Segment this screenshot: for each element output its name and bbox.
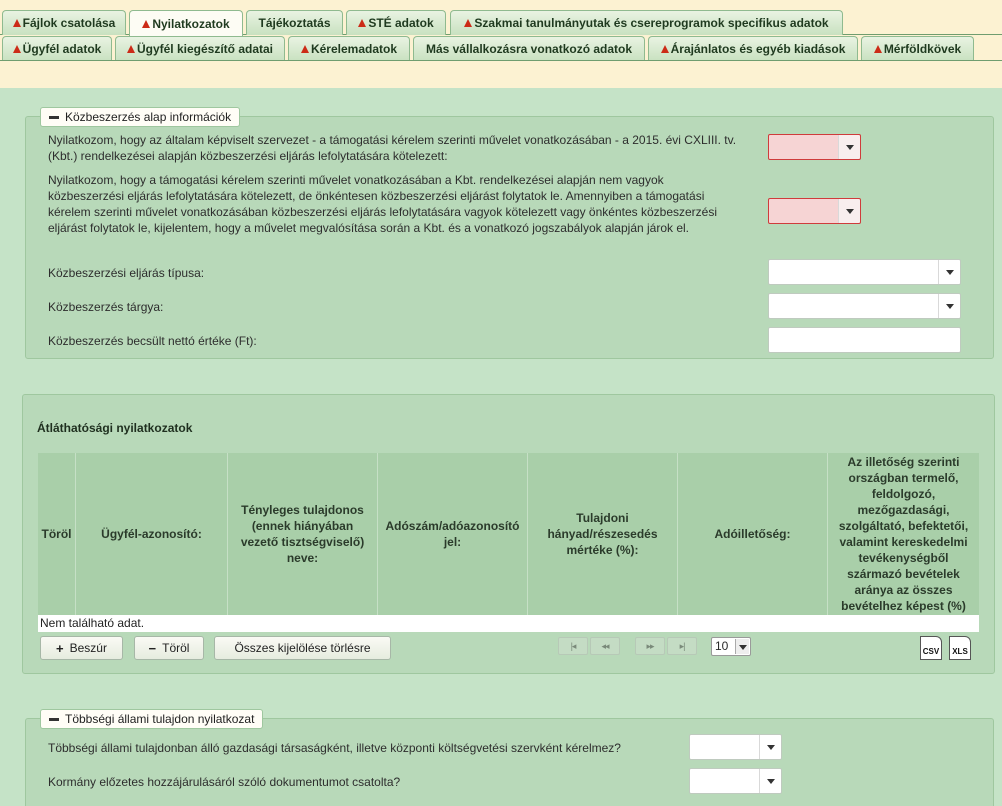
tab-ste-adatok[interactable]: STÉ adatok: [346, 10, 446, 35]
tab-ugyfel-adatok[interactable]: Ügyfél adatok: [2, 36, 112, 61]
kormany-hozzajarulas-label: Kormány előzetes hozzájárulásáról szóló …: [48, 775, 401, 789]
tab-merfoldkovek[interactable]: Mérföldkövek: [861, 36, 974, 61]
kbt-kotelezett-label: Nyilatkozom, hogy az általam képviselt s…: [48, 133, 737, 163]
delete-button[interactable]: − Töröl: [134, 636, 204, 660]
kbt-kotelezett-select[interactable]: [768, 134, 861, 160]
insert-label: Beszúr: [69, 641, 107, 655]
chevron-down-icon: [938, 294, 960, 318]
warning-triangle-icon: [464, 19, 473, 27]
eljaras-tipusa-label: Közbeszerzési eljárás típusa:: [48, 266, 205, 280]
targya-label: Közbeszerzés tárgya:: [48, 300, 164, 314]
tab-tajekoztatas[interactable]: Tájékoztatás: [246, 10, 343, 35]
targya-select[interactable]: [768, 293, 961, 319]
delete-label: Töröl: [162, 641, 190, 655]
clear-selection-button[interactable]: Összes kijelölése törlésre: [214, 636, 391, 660]
legend-label: Közbeszerzés alap információk: [65, 110, 232, 124]
eljaras-tipusa-select[interactable]: [768, 259, 961, 285]
page-size-select[interactable]: 10: [711, 637, 751, 656]
tab-label: Nyilatkozatok: [152, 16, 230, 31]
tab-label: Mérföldkövek: [883, 42, 962, 56]
csv-label: CSV: [922, 647, 940, 656]
tab-label: STÉ adatok: [368, 16, 434, 30]
warning-triangle-icon: [358, 19, 367, 27]
warning-triangle-icon: [12, 19, 21, 27]
tab-label: Árajánlatos és egyéb kiadások: [670, 42, 846, 56]
col-ugyfel-azonosito[interactable]: Ügyfél-azonosító:: [76, 453, 228, 615]
col-tulajdoni-hanyad[interactable]: Tulajdoni hányad/részesedés mértéke (%):: [528, 453, 678, 615]
last-page-icon[interactable]: ▸|: [667, 637, 697, 655]
tab-label: Kérelemadatok: [310, 42, 398, 56]
atlathatosagi-title: Átláthatósági nyilatkozatok: [37, 421, 193, 435]
warning-triangle-icon: [873, 45, 882, 53]
tab-row-2: Ügyfél adatok Ügyfél kiegészítő adatai K…: [0, 36, 1002, 61]
tab-fajlok-csatolasa[interactable]: Fájlok csatolása: [2, 10, 126, 35]
minus-icon: −: [148, 640, 157, 656]
col-tenyleges-tulajdonos[interactable]: Tényleges tulajdonos (ennek hiányában ve…: [228, 453, 378, 615]
plus-icon: +: [56, 640, 64, 656]
col-torol[interactable]: Töröl: [38, 453, 76, 615]
insert-button[interactable]: + Beszúr: [40, 636, 123, 660]
tab-label: Ügyfél adatok: [22, 42, 102, 56]
legend-label: Többségi állami tulajdon nyilatkozat: [65, 712, 255, 726]
tab-label: Szakmai tanulmányutak és csereprogramok …: [474, 16, 829, 30]
col-adoilletoseg[interactable]: Adóilletőség:: [678, 453, 828, 615]
warning-triangle-icon: [300, 45, 309, 53]
minus-icon: [49, 116, 59, 119]
chevron-down-icon: [735, 639, 749, 654]
tab-ugyfel-kiegeszito-adatai[interactable]: Ügyfél kiegészítő adatai: [115, 36, 285, 61]
becsult-ertek-input[interactable]: [768, 327, 961, 353]
allami-tulajdon-select[interactable]: [689, 734, 782, 760]
chevron-down-icon: [759, 735, 781, 759]
kormany-hozzajarulas-select[interactable]: [689, 768, 782, 794]
chevron-down-icon: [938, 260, 960, 284]
chevron-down-icon: [838, 135, 860, 159]
tab-row-1: Fájlok csatolása Nyilatkozatok Tájékozta…: [0, 10, 1002, 36]
becsult-ertek-label: Közbeszerzés becsült nettó értéke (Ft):: [48, 334, 257, 348]
tobbsegi-panel: Többségi állami tulajdon nyilatkozat: [25, 709, 994, 806]
chevron-down-icon: [759, 769, 781, 793]
tab-szakmai-tanulmanyutak[interactable]: Szakmai tanulmányutak és csereprogramok …: [450, 10, 843, 35]
prev-page-icon[interactable]: ◂◂: [590, 637, 620, 655]
csv-export-icon[interactable]: CSV: [920, 636, 942, 660]
tab-arajanlatos[interactable]: Árajánlatos és egyéb kiadások: [648, 36, 858, 61]
tab-label: Más vállalkozásra vonatkozó adatok: [425, 42, 633, 56]
tab-label: Ügyfél kiegészítő adatai: [136, 42, 274, 56]
next-page-icon[interactable]: ▸▸: [635, 637, 665, 655]
onkentes-label: Nyilatkozom, hogy a támogatási kérelem s…: [48, 173, 717, 235]
tab-label: Tájékoztatás: [258, 16, 331, 30]
tab-mas-vallalkozas[interactable]: Más vállalkozásra vonatkozó adatok: [413, 36, 645, 61]
warning-triangle-icon: [142, 19, 151, 28]
no-data-row: Nem található adat.: [38, 615, 979, 632]
tab-kerelemadatok[interactable]: Kérelemadatok: [288, 36, 410, 61]
tab-bar-area: Fájlok csatolása Nyilatkozatok Tájékozta…: [0, 0, 1002, 88]
col-bevetelek-aranya[interactable]: Az illetőség szerinti országban termelő,…: [828, 453, 979, 615]
tab-nyilatkozatok[interactable]: Nyilatkozatok: [129, 10, 243, 36]
clear-selection-label: Összes kijelölése törlésre: [234, 641, 371, 655]
tab-label: Fájlok csatolása: [22, 16, 116, 30]
col-adoszam[interactable]: Adószám/adóazonosító jel:: [378, 453, 528, 615]
atlathatosagi-grid-header: Töröl Ügyfél-azonosító: Tényleges tulajd…: [38, 453, 979, 615]
tobbsegi-legend[interactable]: Többségi állami tulajdon nyilatkozat: [40, 709, 264, 729]
warning-triangle-icon: [660, 45, 669, 53]
onkentes-select[interactable]: [768, 198, 861, 224]
page-size-value: 10: [715, 639, 729, 653]
allami-tulajdon-label: Többségi állami tulajdonban álló gazdasá…: [48, 741, 621, 755]
tab-divider: [0, 60, 1002, 61]
warning-triangle-icon: [126, 45, 135, 53]
first-page-icon[interactable]: |◂: [558, 637, 588, 655]
kozbeszerzes-legend[interactable]: Közbeszerzés alap információk: [40, 107, 241, 127]
xls-export-icon[interactable]: XLS: [949, 636, 971, 660]
chevron-down-icon: [838, 199, 860, 223]
minus-icon: [49, 718, 59, 721]
xls-label: XLS: [952, 647, 968, 656]
warning-triangle-icon: [12, 45, 21, 53]
